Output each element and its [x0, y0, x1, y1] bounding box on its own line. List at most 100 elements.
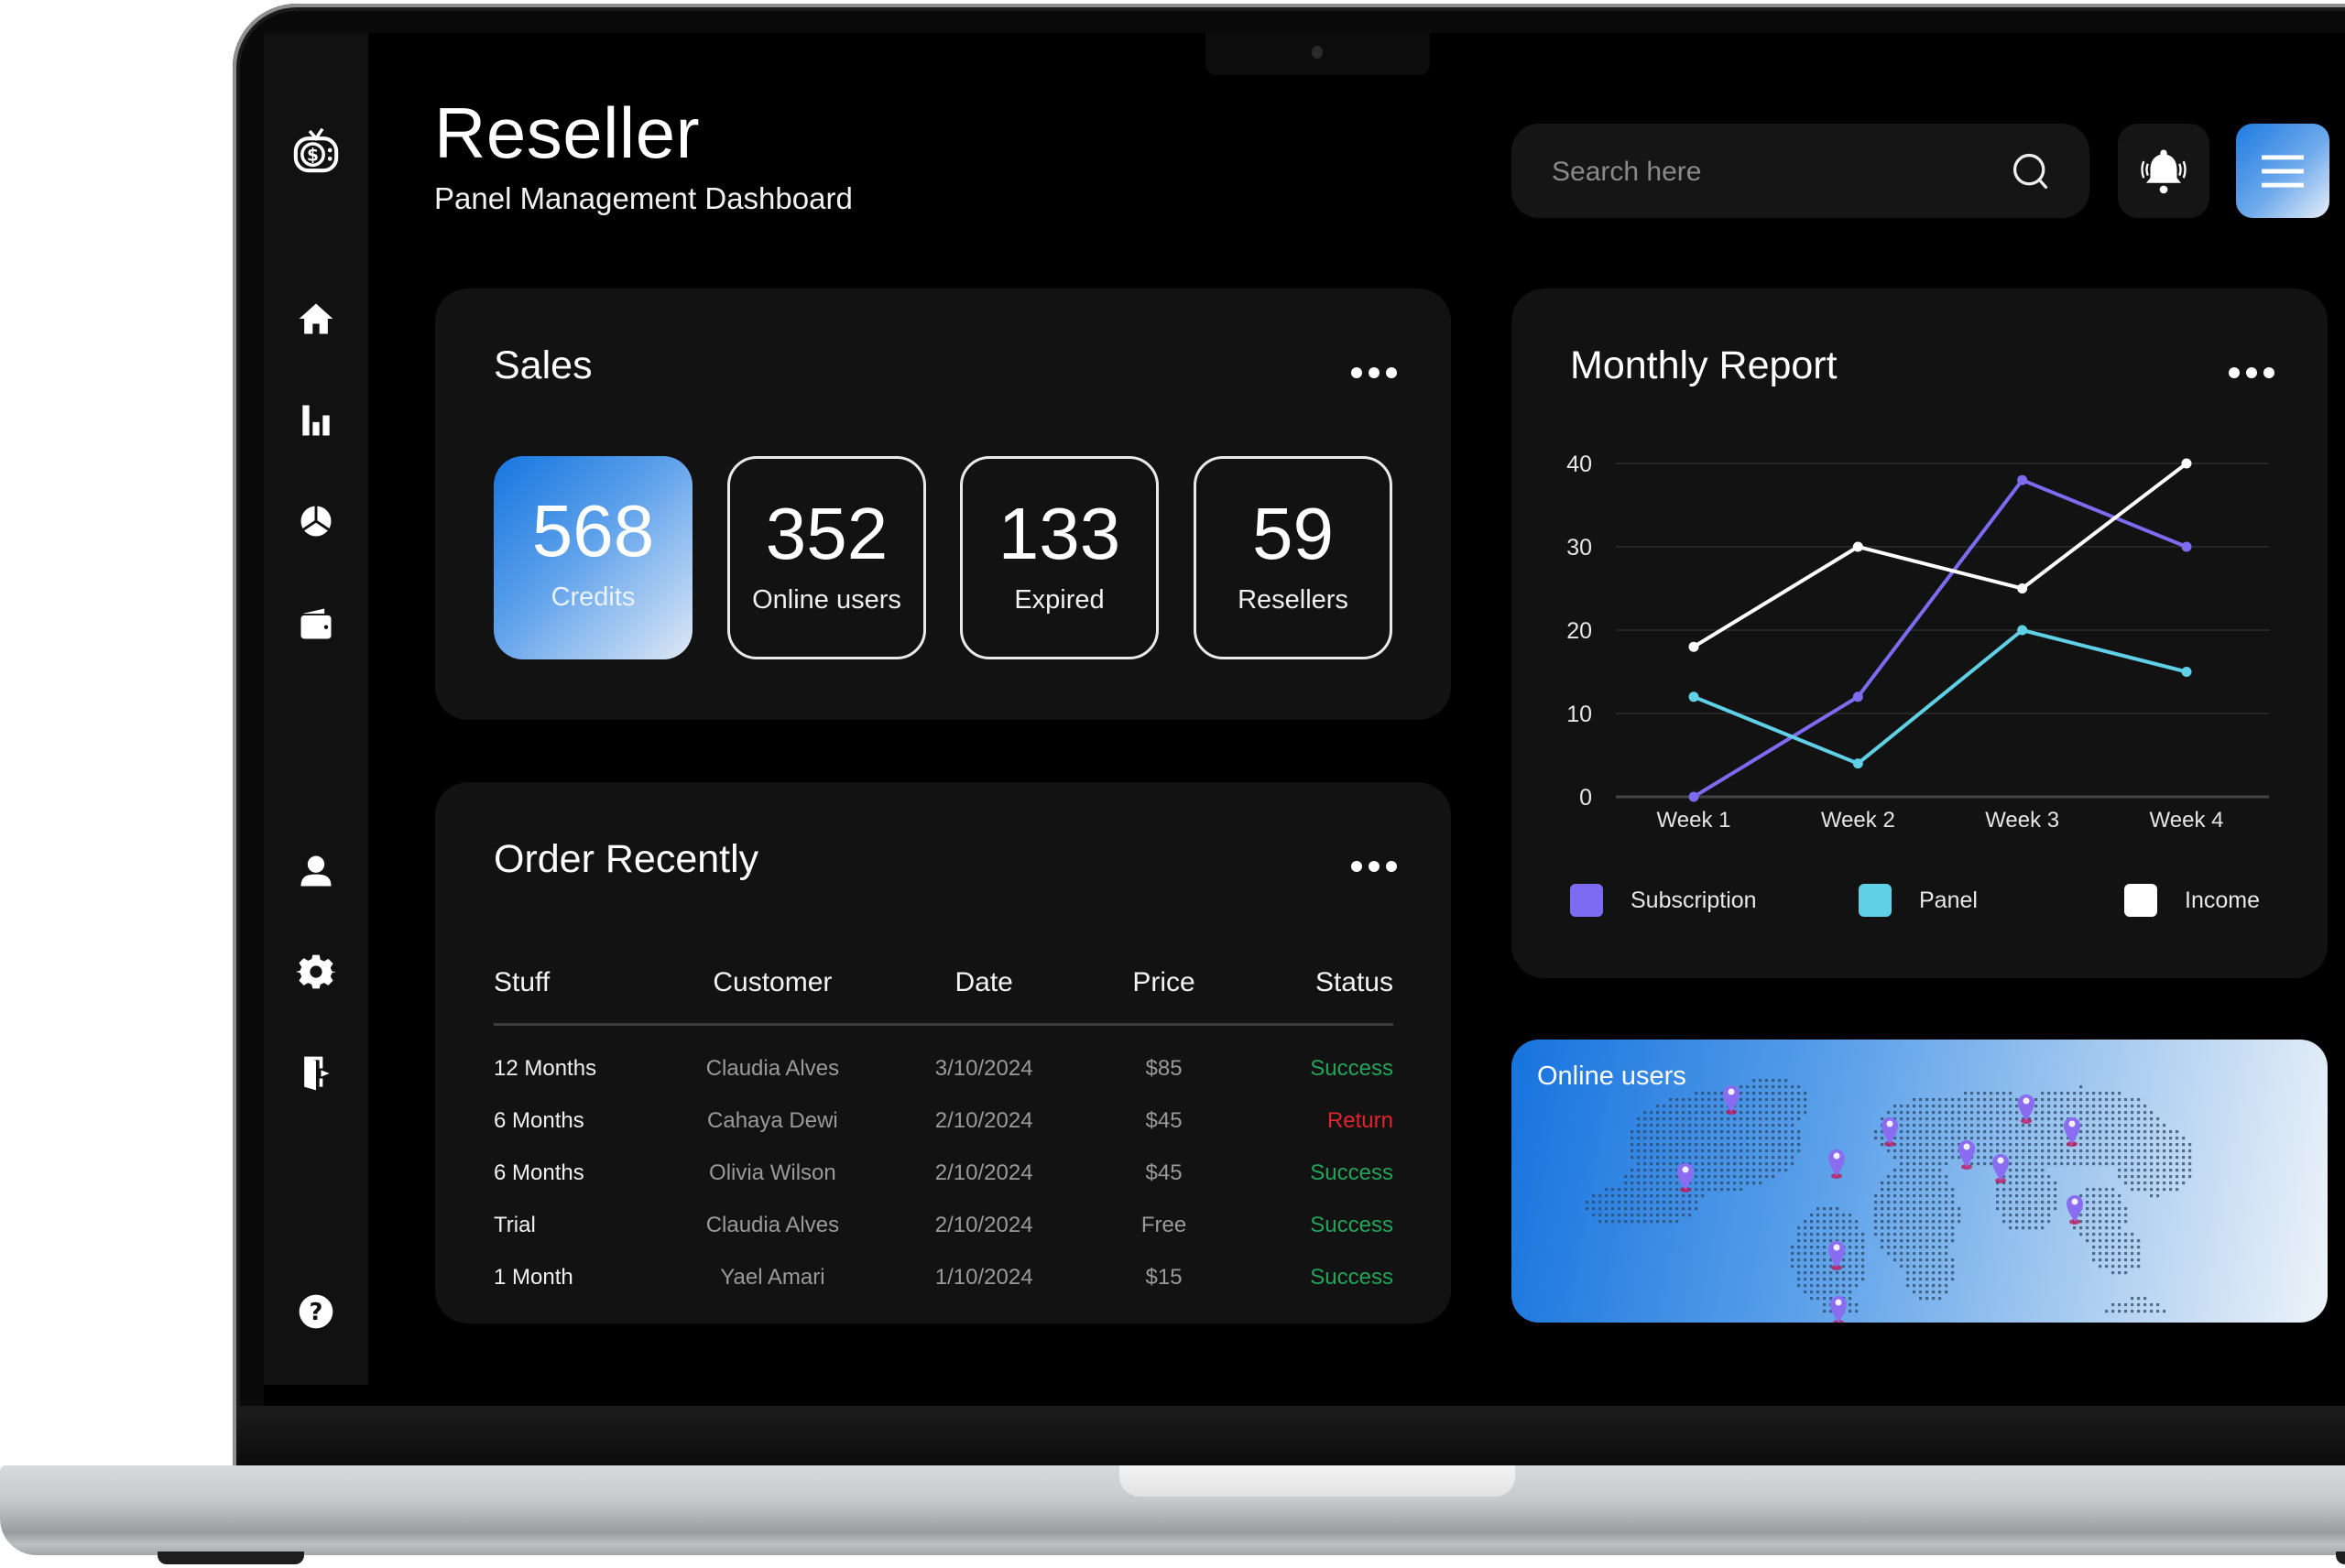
svg-text:$: $: [307, 147, 319, 166]
legend-item-panel[interactable]: Panel: [1859, 884, 1978, 917]
series-line-panel: [1693, 628, 2187, 766]
data-point-income: [2181, 458, 2192, 469]
cell-price: Free: [1140, 1212, 1187, 1237]
location-pin-icon[interactable]: [1881, 1117, 1898, 1147]
location-pin-icon[interactable]: [1723, 1085, 1740, 1115]
search-bar: [1511, 124, 2089, 220]
sidebar-item-settings[interactable]: [264, 946, 368, 997]
page-subtitle: Panel Management Dashboard: [434, 181, 853, 215]
orders-more-button[interactable]: [1351, 857, 1397, 876]
search-icon[interactable]: [2011, 151, 2051, 191]
cell-date: 2/10/2024: [934, 1160, 1033, 1185]
pie-chart-icon: [300, 506, 332, 537]
dot-icon: [1369, 861, 1380, 872]
orders-title: Order Recently: [494, 837, 759, 881]
app-logo[interactable]: $: [264, 125, 368, 176]
location-pin-icon[interactable]: [2064, 1117, 2080, 1147]
sidebar-item-home[interactable]: [264, 293, 368, 344]
tv-dollar-logo-icon: $: [293, 127, 339, 173]
bar-chart-icon: [302, 405, 330, 436]
location-pin-icon[interactable]: [1677, 1163, 1694, 1192]
stat-value: 59: [1252, 493, 1334, 574]
location-pin-icon[interactable]: [1828, 1149, 1845, 1179]
page-title: Reseller: [434, 93, 701, 173]
legend-item-subscription[interactable]: Subscription: [1570, 884, 1757, 917]
stat-online-users[interactable]: 352 Online users: [727, 456, 926, 659]
column-header-customer[interactable]: Customer: [673, 942, 872, 1026]
cell-customer: Yael Amari: [720, 1264, 825, 1290]
data-point-subscription: [2181, 541, 2192, 552]
legend-item-income[interactable]: Income: [2124, 884, 2260, 917]
sales-card: Sales 568 Credits 352 Online users 133 E…: [435, 289, 1451, 720]
cell-stuff: 6 Months: [494, 1160, 584, 1185]
cell-date: 3/10/2024: [934, 1055, 1033, 1081]
data-point-panel: [1688, 691, 1699, 702]
y-tick-label: 40: [1566, 452, 1592, 477]
hamburger-menu-icon: [2262, 154, 2304, 188]
world-map: [1586, 1079, 2192, 1323]
orders-card: Order Recently Stuff Customer Date Price…: [435, 782, 1451, 1323]
legend-label: Income: [2185, 887, 2260, 913]
location-pin-icon[interactable]: [2018, 1094, 2034, 1124]
stat-value: 133: [998, 493, 1121, 574]
cell-date: 2/10/2024: [934, 1107, 1033, 1133]
monthly-report-card: Monthly Report 0 10 20 30 40 Week 1 Week 2 Week…: [1511, 289, 2328, 978]
bell-ringing-icon: [2141, 148, 2187, 193]
column-header-price[interactable]: Price: [1096, 942, 1232, 1026]
table-row[interactable]: 6 Months Olivia Wilson 2/10/2024 $45 Success: [494, 1147, 1393, 1199]
home-icon: [299, 303, 333, 334]
table-row[interactable]: 6 Months Cahaya Dewi 2/10/2024 $45 Return: [494, 1094, 1393, 1147]
legend-label: Subscription: [1631, 887, 1757, 913]
search-input[interactable]: [1550, 124, 1993, 220]
y-tick-label: 20: [1566, 618, 1592, 644]
cell-status: Success: [1310, 1264, 1393, 1290]
table-row[interactable]: Trial Claudia Alves 2/10/2024 Free Success: [494, 1199, 1393, 1251]
data-point-income: [1688, 641, 1699, 652]
logout-icon: [304, 1056, 330, 1091]
table-row[interactable]: 12 Months Claudia Alves 3/10/2024 $85 Succes…: [494, 1025, 1393, 1095]
help-icon: ?: [299, 1294, 333, 1329]
column-header-status[interactable]: Status: [1231, 942, 1393, 1026]
sales-title: Sales: [494, 343, 593, 387]
laptop-bezel-chin: [236, 1406, 2345, 1466]
sidebar-item-analytics[interactable]: [264, 395, 368, 446]
sales-more-button[interactable]: [1351, 364, 1397, 382]
stat-resellers[interactable]: 59 Resellers: [1194, 456, 1392, 659]
sidebar: $ ?: [264, 33, 368, 1385]
cell-price: $45: [1145, 1160, 1183, 1185]
location-pin-icon[interactable]: [1830, 1296, 1847, 1323]
legend-label: Panel: [1919, 887, 1978, 913]
stat-value: 568: [531, 490, 655, 572]
stat-label: Expired: [1014, 585, 1105, 615]
y-tick-label: 30: [1566, 535, 1592, 561]
series-line-income: [1692, 462, 2188, 648]
online-users-map-card[interactable]: Online users: [1511, 1040, 2328, 1323]
sidebar-item-wallet[interactable]: [264, 598, 368, 649]
cell-customer: Claudia Alves: [705, 1055, 840, 1081]
table-header-row: Stuff Customer Date Price Status: [494, 942, 1393, 1026]
sidebar-item-profile[interactable]: [264, 845, 368, 897]
stat-expired[interactable]: 133 Expired: [960, 456, 1159, 659]
line-chart: 0 10 20 30 40 Week 1 Week 2 Week 3 Week 4: [1566, 452, 2269, 833]
sidebar-item-reports[interactable]: [264, 495, 368, 547]
sidebar-item-help[interactable]: ?: [264, 1286, 368, 1337]
notifications-button[interactable]: [2118, 124, 2209, 218]
x-tick-label: Week 1: [1657, 808, 1731, 833]
cell-customer: Claudia Alves: [705, 1212, 840, 1237]
wallet-icon: [300, 608, 332, 639]
cell-stuff: 6 Months: [494, 1107, 584, 1133]
menu-button[interactable]: [2236, 124, 2329, 218]
dot-icon: [1351, 861, 1362, 872]
location-pin-icon[interactable]: [1992, 1154, 2009, 1183]
column-header-date[interactable]: Date: [871, 942, 1096, 1026]
data-point-subscription: [1852, 691, 1863, 702]
sidebar-item-logout[interactable]: [264, 1048, 368, 1099]
orders-table: Stuff Customer Date Price Status 12 Mont…: [494, 942, 1393, 1303]
data-point-income: [1852, 541, 1863, 552]
stat-credits[interactable]: 568 Credits: [494, 456, 693, 659]
stat-label: Resellers: [1238, 585, 1348, 615]
table-row[interactable]: 1 Month Yael Amari 1/10/2024 $15 Success: [494, 1251, 1393, 1303]
stat-label: Credits: [551, 583, 636, 612]
cell-price: $15: [1145, 1264, 1183, 1290]
column-header-stuff[interactable]: Stuff: [494, 942, 674, 1026]
